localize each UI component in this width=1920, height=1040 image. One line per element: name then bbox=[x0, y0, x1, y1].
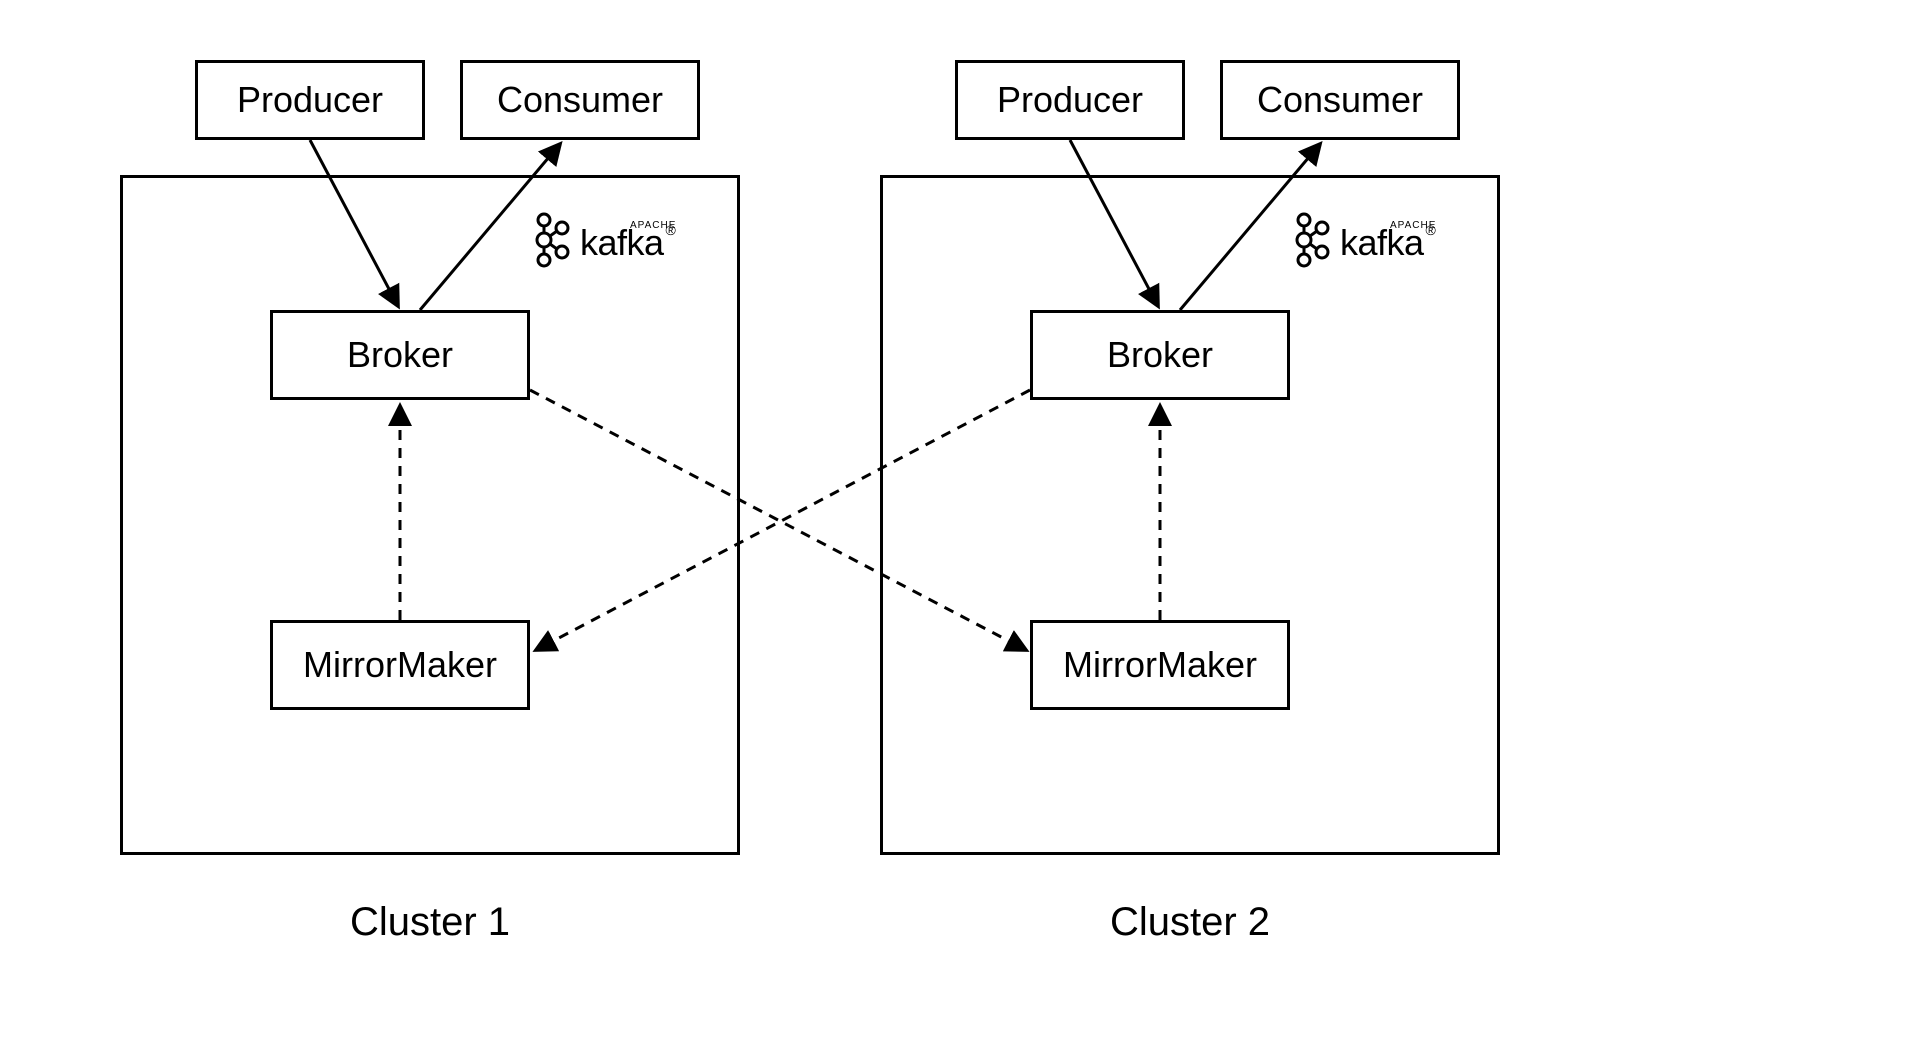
cluster1-consumer-label: Consumer bbox=[497, 79, 663, 121]
cluster1-broker-label: Broker bbox=[347, 334, 453, 376]
cluster1-title: Cluster 1 bbox=[320, 900, 540, 945]
cluster1-consumer-box: Consumer bbox=[460, 60, 700, 140]
cluster1-mirrormaker-label: MirrorMaker bbox=[303, 644, 497, 686]
cluster2-mirrormaker-label: MirrorMaker bbox=[1063, 644, 1257, 686]
cluster2-container bbox=[880, 175, 1500, 855]
cluster1-kafka-logo: APACHE kafka® bbox=[530, 210, 676, 275]
cluster2-kafka-logo: APACHE kafka® bbox=[1290, 210, 1436, 275]
kafka-logo-icon bbox=[530, 210, 572, 275]
cluster2-title: Cluster 2 bbox=[1080, 900, 1300, 945]
cluster1-broker-box: Broker bbox=[270, 310, 530, 400]
diagram-canvas: Producer Consumer APACHE bbox=[0, 0, 1920, 1040]
cluster2-consumer-box: Consumer bbox=[1220, 60, 1460, 140]
cluster2-broker-label: Broker bbox=[1107, 334, 1213, 376]
cluster2-mirrormaker-box: MirrorMaker bbox=[1030, 620, 1290, 710]
cluster1-mirrormaker-box: MirrorMaker bbox=[270, 620, 530, 710]
cluster2-producer-label: Producer bbox=[997, 79, 1143, 121]
cluster2-consumer-label: Consumer bbox=[1257, 79, 1423, 121]
cluster1-kafka-apache: APACHE bbox=[630, 220, 676, 231]
cluster2-producer-box: Producer bbox=[955, 60, 1185, 140]
cluster1-container bbox=[120, 175, 740, 855]
cluster1-producer-box: Producer bbox=[195, 60, 425, 140]
kafka-logo-icon bbox=[1290, 210, 1332, 275]
cluster2-broker-box: Broker bbox=[1030, 310, 1290, 400]
cluster2-kafka-apache: APACHE bbox=[1390, 220, 1436, 231]
cluster1-producer-label: Producer bbox=[237, 79, 383, 121]
